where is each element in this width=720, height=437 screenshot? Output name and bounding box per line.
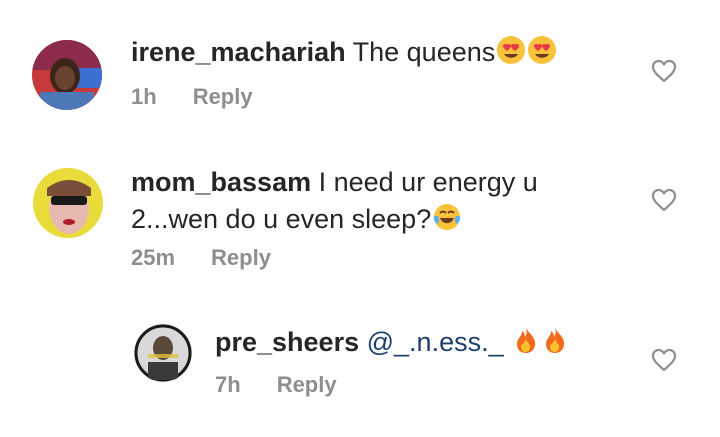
comment-meta: 1h Reply — [131, 84, 253, 110]
heart-outline-icon[interactable] — [651, 59, 677, 83]
comment-username[interactable]: pre_sheers — [215, 327, 359, 357]
fire-emoji — [541, 325, 569, 365]
heart-eyes-emoji — [496, 35, 526, 75]
comment-username[interactable]: mom_bassam — [131, 167, 311, 197]
comment-meta: 25m Reply — [131, 245, 271, 271]
heart-eyes-emoji — [527, 35, 557, 75]
reply-button[interactable]: Reply — [277, 372, 337, 397]
comment-body: mom_bassam I need ur energy u 2...wen do… — [131, 164, 571, 242]
reply-button[interactable]: Reply — [193, 84, 253, 109]
comment-item: mom_bassam I need ur energy u 2...wen do… — [0, 130, 720, 280]
comment-username[interactable]: irene_machariah — [131, 37, 346, 67]
mention-link[interactable]: @_.n.ess._ — [367, 327, 504, 357]
comment-timestamp: 25m — [131, 245, 176, 270]
heart-outline-icon[interactable] — [651, 348, 677, 372]
comment-body: irene_machariah The queens — [131, 34, 557, 75]
comment-meta: 7h Reply — [215, 372, 337, 398]
comment-timestamp: 1h — [131, 84, 157, 109]
comment-text-line1: I need ur energy u — [318, 167, 538, 197]
comment-item: irene_machariah The queens 1h Reply — [0, 0, 720, 130]
comment-timestamp: 7h — [215, 372, 241, 397]
avatar[interactable] — [134, 324, 192, 382]
comment-text: The queens — [352, 37, 496, 67]
reply-button[interactable]: Reply — [211, 245, 271, 270]
heart-outline-icon[interactable] — [651, 188, 677, 212]
comment-item-reply: pre_sheers @_.n.ess._ 7h Reply — [0, 300, 720, 437]
fire-emoji — [512, 325, 540, 365]
tears-of-joy-emoji — [432, 202, 462, 242]
comment-text-line2: 2...wen do u even sleep? — [131, 204, 432, 234]
avatar[interactable] — [32, 40, 102, 110]
comment-body: pre_sheers @_.n.ess._ — [215, 324, 569, 365]
avatar[interactable] — [33, 168, 103, 238]
